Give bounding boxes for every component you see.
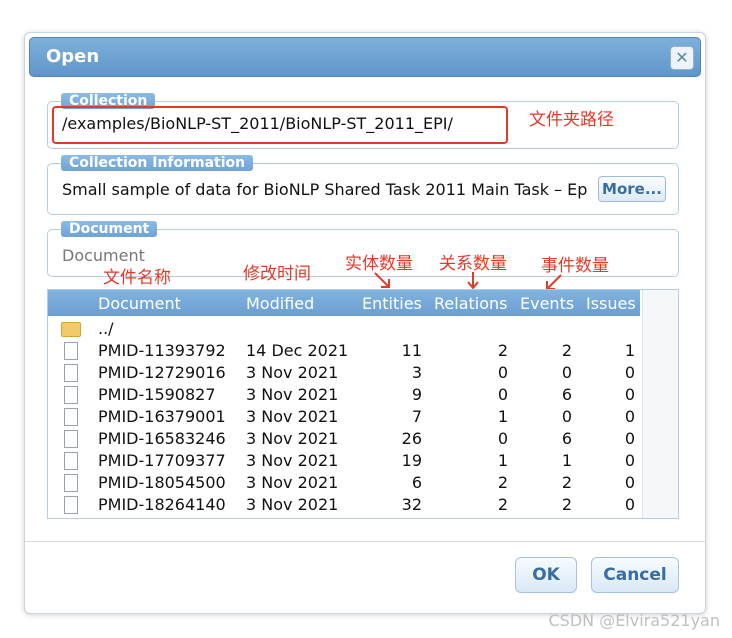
parent-dir: ../ (98, 319, 114, 338)
table-row[interactable]: PMID-16379001 3 Nov 2021 7 1 0 0 (48, 406, 640, 428)
cell-doc: PMID-11393792 (98, 341, 226, 360)
cell-entities: 3 (411, 363, 422, 382)
cell-doc: PMID-17709377 (98, 451, 226, 470)
annotation-modify-time: 修改时间 (243, 264, 311, 284)
close-button[interactable]: ✕ (670, 46, 694, 70)
cell-events: 6 (561, 429, 572, 448)
cell-issues: 0 (624, 363, 635, 382)
cell-events: 6 (561, 385, 572, 404)
collection-info-fieldset: Collection Information Small sample of d… (47, 155, 679, 215)
cell-events: 2 (561, 473, 572, 492)
cell-entities: 7 (411, 407, 422, 426)
cell-relations: 0 (497, 385, 508, 404)
cell-modified: 3 Nov 2021 (246, 473, 339, 492)
cell-relations: 2 (497, 341, 508, 360)
col-modified[interactable]: Modified (246, 294, 314, 313)
table-row[interactable]: PMID-18054500 3 Nov 2021 6 2 2 0 (48, 472, 640, 494)
table-row[interactable]: PMID-1590827 3 Nov 2021 9 0 6 0 (48, 384, 640, 406)
col-events[interactable]: Events (520, 294, 574, 313)
cell-modified: 3 Nov 2021 (246, 451, 339, 470)
cancel-button[interactable]: Cancel (591, 557, 679, 593)
col-entities[interactable]: Entities (362, 294, 422, 313)
document-table[interactable]: Document Modified Entities Relations Eve… (47, 289, 679, 519)
cell-issues: 0 (624, 473, 635, 492)
entity-arrow-icon (374, 272, 390, 288)
file-icon (64, 496, 78, 514)
cell-doc: PMID-18264140 (98, 495, 226, 514)
open-dialog: Open ✕ Collection /examples/BioNLP-ST_20… (24, 32, 706, 614)
relation-arrow-icon (467, 272, 479, 290)
watermark: CSDN @Elvira521yan (548, 611, 720, 630)
cell-issues: 0 (624, 429, 635, 448)
file-icon (64, 452, 78, 470)
cell-events: 1 (561, 451, 572, 470)
cell-entities: 9 (411, 385, 422, 404)
file-icon (64, 430, 78, 448)
cell-issues: 0 (624, 385, 635, 404)
cell-relations: 2 (497, 473, 508, 492)
cell-modified: 3 Nov 2021 (246, 429, 339, 448)
more-button[interactable]: More... (598, 176, 666, 202)
folder-icon (61, 322, 81, 337)
col-relations[interactable]: Relations (434, 294, 507, 313)
table-empty-area (642, 290, 678, 518)
collection-info-legend: Collection Information (61, 155, 254, 171)
close-icon: ✕ (675, 48, 689, 67)
cell-modified: 3 Nov 2021 (246, 363, 339, 382)
file-icon (64, 364, 78, 382)
dialog-titlebar[interactable]: Open ✕ (29, 37, 701, 77)
cell-modified: 3 Nov 2021 (246, 495, 339, 514)
cell-entities: 32 (401, 495, 422, 514)
cell-modified: 3 Nov 2021 (246, 407, 339, 426)
cell-relations: 0 (497, 429, 508, 448)
annotation-folder-path: 文件夹路径 (529, 110, 614, 130)
dialog-title: Open (46, 46, 100, 67)
cell-events: 0 (561, 407, 572, 426)
divider (25, 541, 705, 542)
document-legend: Document (61, 221, 158, 237)
table-row[interactable]: PMID-17709377 3 Nov 2021 19 1 1 0 (48, 450, 640, 472)
col-issues[interactable]: Issues (586, 294, 636, 313)
table-header: Document Modified Entities Relations Eve… (48, 290, 640, 316)
file-icon (64, 342, 78, 360)
cell-modified: 3 Nov 2021 (246, 385, 339, 404)
cell-doc: PMID-16379001 (98, 407, 226, 426)
collection-info-text: Small sample of data for BioNLP Shared T… (62, 180, 588, 199)
col-document[interactable]: Document (98, 294, 181, 313)
cell-issues: 1 (624, 341, 635, 360)
cell-relations: 0 (497, 363, 508, 382)
cell-entities: 19 (401, 451, 422, 470)
cell-events: 2 (561, 495, 572, 514)
table-row[interactable]: PMID-18264140 3 Nov 2021 32 2 2 0 (48, 494, 640, 516)
table-row[interactable]: PMID-16583246 3 Nov 2021 26 0 6 0 (48, 428, 640, 450)
cell-entities: 6 (411, 473, 422, 492)
cell-issues: 0 (624, 495, 635, 514)
file-icon (64, 474, 78, 492)
cell-relations: 1 (497, 451, 508, 470)
file-icon (64, 386, 78, 404)
table-row[interactable]: PMID-12729016 3 Nov 2021 3 0 0 0 (48, 362, 640, 384)
cell-relations: 2 (497, 495, 508, 514)
cell-events: 0 (561, 363, 572, 382)
cell-modified: 14 Dec 2021 (246, 341, 349, 360)
cell-doc: PMID-16583246 (98, 429, 226, 448)
cell-doc: PMID-12729016 (98, 363, 226, 382)
cell-events: 2 (561, 341, 572, 360)
cell-doc: PMID-18054500 (98, 473, 226, 492)
cell-issues: 0 (624, 451, 635, 470)
ok-button[interactable]: OK (515, 557, 577, 593)
file-icon (64, 408, 78, 426)
cell-issues: 0 (624, 407, 635, 426)
cell-entities: 26 (401, 429, 422, 448)
cell-doc: PMID-1590827 (98, 385, 216, 404)
cell-relations: 1 (497, 407, 508, 426)
annotation-file-name: 文件名称 (103, 268, 171, 288)
table-row-parent[interactable]: ../ (48, 318, 640, 340)
table-row[interactable]: PMID-11393792 14 Dec 2021 11 2 2 1 (48, 340, 640, 362)
cell-entities: 11 (401, 341, 422, 360)
collection-path[interactable]: /examples/BioNLP-ST_2011/BioNLP-ST_2011_… (62, 114, 453, 133)
